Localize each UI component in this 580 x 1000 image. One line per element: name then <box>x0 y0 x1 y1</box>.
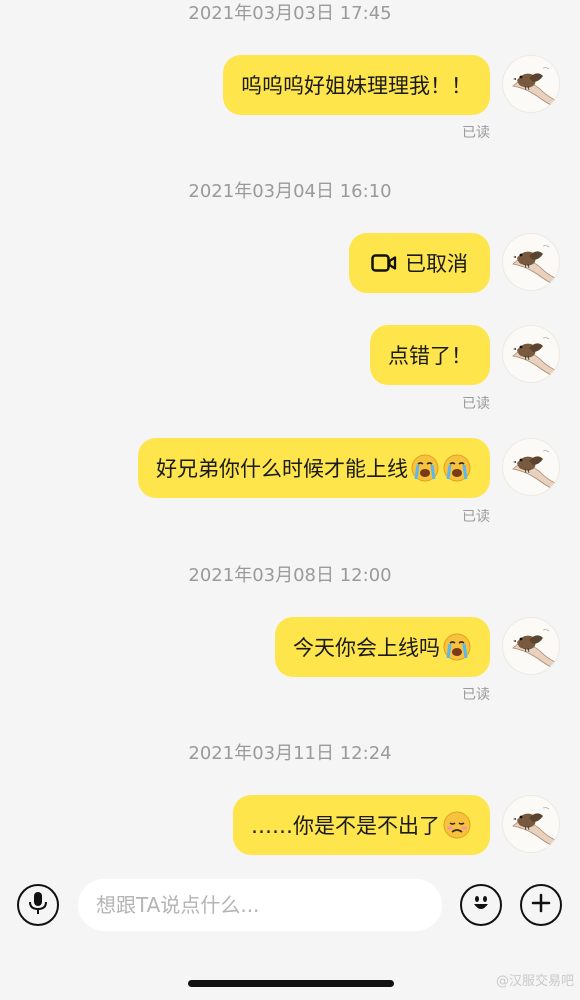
message-row: 好兄弟你什么时候才能上线 <box>0 438 580 498</box>
emoji-face-icon <box>468 890 494 920</box>
voice-button[interactable] <box>17 884 59 926</box>
microphone-icon <box>27 891 49 919</box>
loudly-crying-emoji <box>442 453 472 483</box>
chat-area: 2021年03月03日 17:45 呜呜呜好姐妹理理我！！ 已读 2021年03… <box>0 0 580 865</box>
loudly-crying-emoji <box>410 453 440 483</box>
message-input[interactable] <box>78 879 442 931</box>
message-text: 已取消 <box>405 252 468 276</box>
message-row: ……你是不是不出了 <box>0 795 580 855</box>
message-row: 已取消 <box>0 233 580 293</box>
message-row: 今天你会上线吗 <box>0 617 580 677</box>
read-receipt: 已读 <box>462 509 490 525</box>
message-row: 点错了！ <box>0 325 580 385</box>
call-bubble[interactable]: 已取消 <box>349 233 490 293</box>
timestamp: 2021年03月04日 16:10 <box>188 181 392 202</box>
loudly-crying-emoji <box>442 632 472 662</box>
video-call-icon <box>371 253 397 273</box>
add-button[interactable] <box>520 884 562 926</box>
message-bubble[interactable]: 好兄弟你什么时候才能上线 <box>138 438 490 498</box>
home-indicator[interactable] <box>188 980 394 987</box>
emoji-button[interactable] <box>460 884 502 926</box>
message-text: ……你是不是不出了 <box>251 814 440 838</box>
message-bubble[interactable]: 点错了！ <box>370 325 490 385</box>
message-bubble[interactable]: 今天你会上线吗 <box>275 617 490 677</box>
message-text: 今天你会上线吗 <box>293 636 440 660</box>
message-text: 呜呜呜好姐妹理理我！！ <box>241 74 472 98</box>
watermark: @汉服交易吧 <box>495 974 574 989</box>
timestamp: 2021年03月11日 12:24 <box>188 743 392 764</box>
avatar[interactable] <box>502 233 560 291</box>
message-bubble[interactable]: 呜呜呜好姐妹理理我！！ <box>223 55 490 115</box>
message-bubble[interactable]: ……你是不是不出了 <box>233 795 490 855</box>
read-receipt: 已读 <box>462 687 490 703</box>
avatar[interactable] <box>502 55 560 113</box>
avatar[interactable] <box>502 795 560 853</box>
read-receipt: 已读 <box>462 396 490 412</box>
sad-emoji <box>442 810 472 840</box>
message-text: 好兄弟你什么时候才能上线 <box>156 457 408 481</box>
message-row: 呜呜呜好姐妹理理我！！ <box>0 55 580 115</box>
read-receipt: 已读 <box>462 125 490 141</box>
avatar[interactable] <box>502 438 560 496</box>
timestamp: 2021年03月03日 17:45 <box>188 3 392 24</box>
avatar[interactable] <box>502 325 560 383</box>
message-text: 点错了！ <box>388 344 472 368</box>
input-bar <box>0 865 580 945</box>
add-icon <box>530 892 552 918</box>
timestamp: 2021年03月08日 12:00 <box>188 565 392 586</box>
avatar[interactable] <box>502 617 560 675</box>
